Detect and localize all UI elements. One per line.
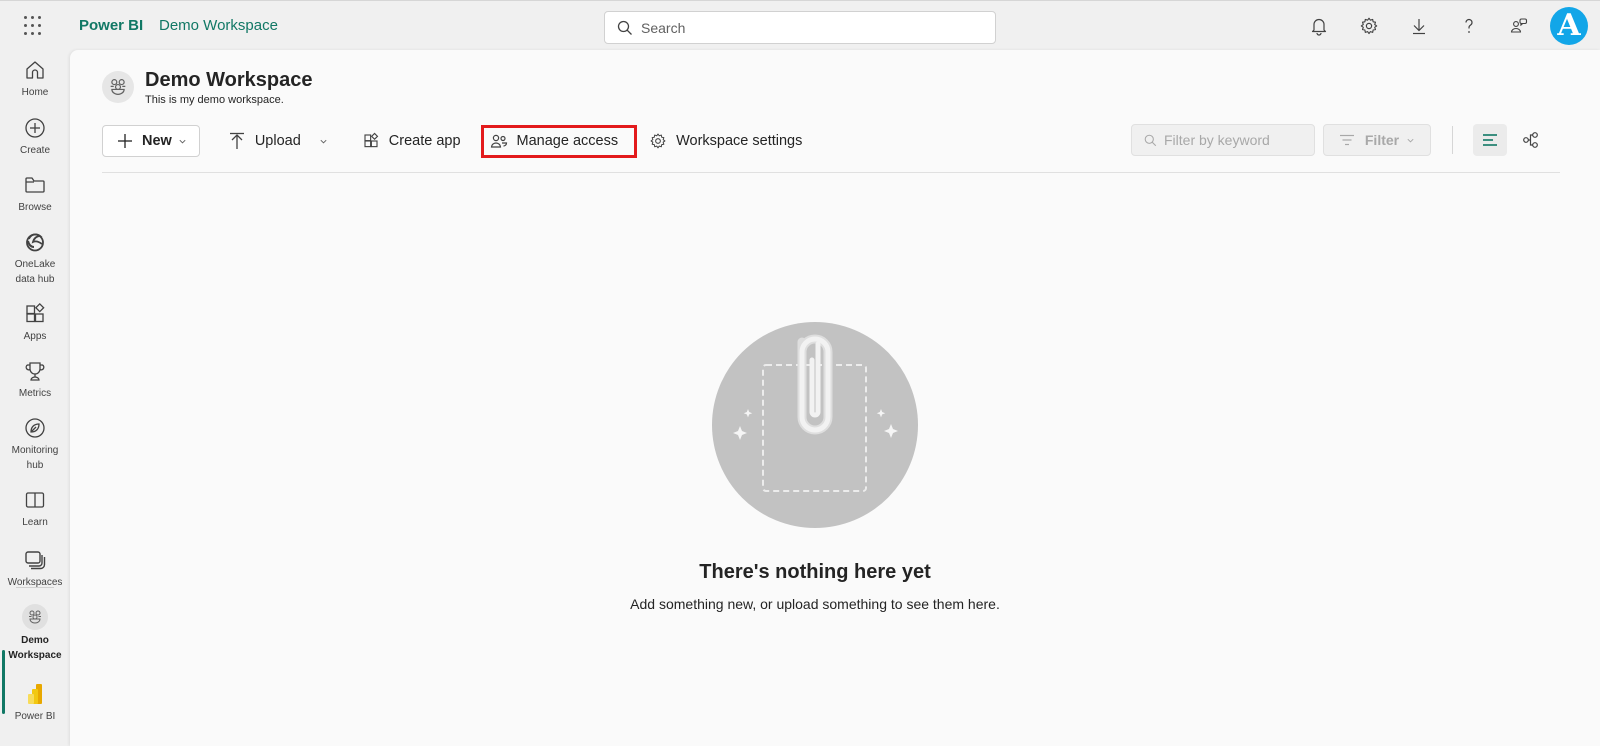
feedback-button[interactable] <box>1494 1 1544 51</box>
nav-learn[interactable]: Learn <box>0 488 70 530</box>
nav-browse-label: Browse <box>18 202 52 213</box>
manage-access-label: Manage access <box>516 133 619 149</box>
lineage-view-icon <box>1523 132 1538 148</box>
breadcrumb-workspace[interactable]: Demo Workspace <box>159 17 278 34</box>
nav-create[interactable]: Create <box>0 116 70 158</box>
chevron-down-icon <box>1407 138 1414 142</box>
monitoring-icon <box>25 418 45 438</box>
search-input[interactable] <box>641 19 981 36</box>
gear-icon <box>1360 17 1378 35</box>
workspace-settings-label: Workspace settings <box>676 133 803 149</box>
upload-icon <box>229 132 244 149</box>
filter-button[interactable]: Filter <box>1323 124 1431 156</box>
workspace-content: Demo Workspace This is my demo workspace… <box>70 50 1600 746</box>
list-view-icon <box>1483 134 1497 146</box>
nav-power-bi-label: Power BI <box>14 711 56 722</box>
workspace-header: Demo Workspace This is my demo workspace… <box>102 68 312 106</box>
empty-state-title: There's nothing here yet <box>699 561 931 583</box>
search-icon <box>1144 134 1157 146</box>
empty-state: There's nothing here yet Add something n… <box>70 322 1560 612</box>
waffle-icon[interactable] <box>24 16 44 36</box>
workspaces-icon <box>25 551 46 570</box>
nav-monitoring-hub[interactable]: Monitoring hub <box>0 416 70 473</box>
workspace-toolbar: New Upload Create app Manage access Work… <box>102 124 812 158</box>
notifications-button[interactable] <box>1294 1 1344 51</box>
workspace-settings-button[interactable]: Workspace settings <box>639 125 812 157</box>
create-app-button[interactable]: Create app <box>352 125 471 157</box>
download-button[interactable] <box>1394 1 1444 51</box>
help-icon <box>1465 18 1473 33</box>
bell-icon <box>1311 18 1327 36</box>
new-button[interactable]: New <box>102 125 200 157</box>
workspace-people-icon <box>22 604 48 630</box>
upload-button-label: Upload <box>254 133 301 149</box>
settings-button[interactable] <box>1344 1 1394 51</box>
nav-workspaces[interactable]: Workspaces <box>0 548 70 590</box>
paperclip-illustration-icon <box>712 322 918 528</box>
new-button-label: New <box>142 133 172 149</box>
workspace-icon <box>102 71 134 103</box>
download-icon <box>1413 19 1425 35</box>
home-icon <box>26 61 44 79</box>
nav-create-label: Create <box>19 145 50 156</box>
create-app-label: Create app <box>388 133 461 149</box>
page-title: Demo Workspace <box>145 69 313 91</box>
app-name[interactable]: Power BI <box>79 17 143 34</box>
apps-icon <box>364 132 379 148</box>
nav-learn-label: Learn <box>22 517 48 528</box>
user-avatar[interactable]: A <box>1550 7 1588 45</box>
filter-icon <box>1339 134 1354 146</box>
filter-tools: Filter <box>1131 124 1548 156</box>
trophy-icon <box>25 362 45 381</box>
book-icon <box>25 492 45 508</box>
feedback-icon <box>1510 18 1528 33</box>
onelake-icon <box>26 233 44 252</box>
folder-icon <box>25 177 45 193</box>
left-navigation: Home Create Browse OneLake data hub Apps… <box>0 50 70 746</box>
nav-metrics-label: Metrics <box>18 388 52 399</box>
nav-demo-workspace-label: Demo Workspace <box>8 635 62 661</box>
nav-workspaces-label: Workspaces <box>7 577 63 588</box>
powerbi-logo-icon <box>28 684 42 704</box>
nav-home-label: Home <box>21 87 49 98</box>
nav-metrics[interactable]: Metrics <box>0 359 70 401</box>
nav-browse[interactable]: Browse <box>0 173 70 215</box>
top-bar: Power BI Demo Workspace A <box>0 0 1600 50</box>
nav-onelake-data-hub[interactable]: OneLake data hub <box>0 230 70 287</box>
toolbar-separator <box>1452 126 1453 154</box>
plus-icon <box>118 134 132 148</box>
nav-apps-label: Apps <box>23 331 47 342</box>
plus-circle-icon <box>25 118 45 138</box>
chevron-down-icon <box>320 139 327 143</box>
apps-icon <box>26 302 45 323</box>
people-icon <box>490 134 507 148</box>
list-view-button[interactable] <box>1473 124 1507 156</box>
lineage-view-button[interactable] <box>1514 124 1548 156</box>
nav-home[interactable]: Home <box>0 58 70 100</box>
nav-demo-workspace[interactable]: Demo Workspace <box>0 604 70 663</box>
search-icon <box>617 20 632 35</box>
workspace-description: This is my demo workspace. <box>145 94 284 106</box>
empty-state-subtitle: Add something new, or upload something t… <box>630 596 1000 612</box>
nav-power-bi[interactable]: Power BI <box>0 682 70 724</box>
nav-onelake-label: OneLake data hub <box>14 259 56 285</box>
upload-button[interactable]: Upload <box>218 125 338 157</box>
global-search[interactable] <box>604 11 996 44</box>
header-divider <box>102 172 1560 173</box>
nav-apps[interactable]: Apps <box>0 302 70 344</box>
manage-access-button[interactable]: Manage access <box>480 124 638 158</box>
help-button[interactable] <box>1444 1 1494 51</box>
filter-keyword-input[interactable] <box>1164 132 1314 148</box>
filter-button-label: Filter <box>1364 132 1400 148</box>
gear-icon <box>650 133 666 149</box>
filter-by-keyword[interactable] <box>1131 124 1315 156</box>
nav-monitoring-label: Monitoring hub <box>11 445 59 471</box>
chevron-down-icon <box>179 139 186 143</box>
